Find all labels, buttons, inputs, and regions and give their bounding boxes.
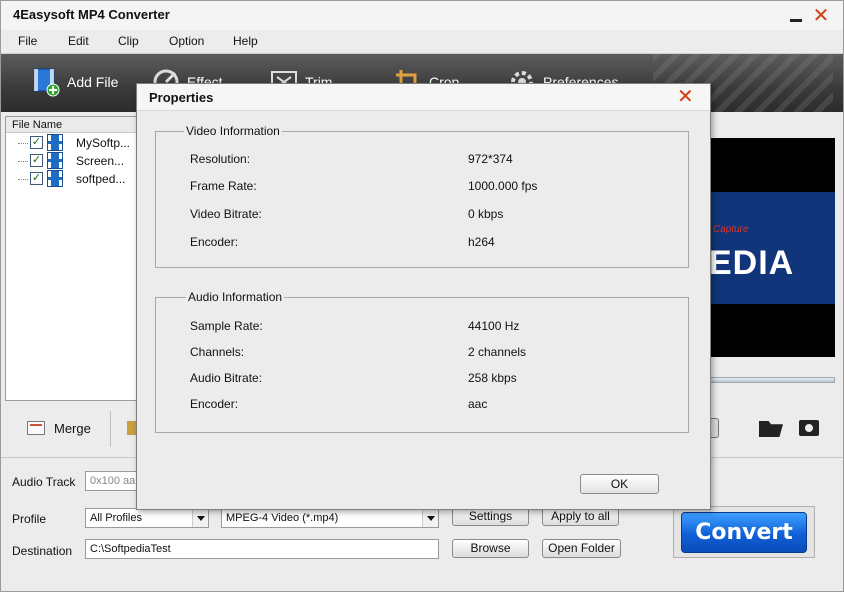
merge-area: Merge [5, 403, 143, 453]
sample-rate-value: 44100 Hz [468, 319, 520, 333]
video-bitrate-label: Video Bitrate: [190, 207, 262, 221]
close-icon: ✕ [812, 5, 830, 27]
destination-label: Destination [12, 544, 73, 558]
main-window: 4Easysoft MP4 Converter ✕ File Edit Clip… [0, 0, 844, 592]
browse-button[interactable]: Browse [452, 539, 529, 558]
profile-category-value: All Profiles [90, 512, 142, 524]
menu-option[interactable]: Option [169, 34, 204, 48]
dialog-title-bar: Properties ✕ [137, 84, 710, 111]
resolution-label: Resolution: [190, 152, 251, 166]
audio-track-select[interactable]: 0x100 aa [85, 471, 139, 491]
video-file-icon [47, 134, 63, 151]
audio-encoder-label: Encoder: [190, 397, 239, 411]
open-folder-button[interactable]: Open Folder [542, 539, 621, 558]
chevron-down-icon[interactable] [422, 509, 438, 527]
profile-format-value: MPEG-4 Video (*.mp4) [226, 512, 339, 524]
chevron-down-icon[interactable] [192, 509, 208, 527]
merge-button[interactable]: Merge [54, 421, 91, 436]
convert-button[interactable]: Convert [681, 512, 807, 553]
folder-icon[interactable] [759, 421, 783, 437]
seek-bar[interactable] [709, 377, 835, 383]
audio-bitrate-value: 258 kbps [468, 371, 517, 385]
add-file-button[interactable]: Add File [31, 67, 118, 97]
merge-icon[interactable] [27, 421, 45, 435]
menu-clip[interactable]: Clip [118, 34, 139, 48]
profile-label: Profile [12, 512, 47, 526]
video-info-title: Video Information [184, 124, 282, 138]
file-row[interactable]: ✓ MySoftp... [6, 134, 142, 152]
menu-bar: File Edit Clip Option Help [1, 30, 843, 54]
file-checkbox[interactable]: ✓ [30, 136, 43, 149]
app-title: 4Easysoft MP4 Converter [13, 7, 170, 22]
profile-format-select[interactable]: MPEG-4 Video (*.mp4) [221, 508, 439, 528]
add-file-icon [33, 68, 60, 97]
audio-info-title: Audio Information [186, 290, 285, 304]
preview-window: Capture EDIA [707, 138, 835, 357]
video-file-icon [47, 170, 63, 187]
preview-banner-text: EDIA [709, 244, 795, 282]
ok-button[interactable]: OK [580, 474, 659, 494]
channels-value: 2 channels [468, 345, 527, 359]
add-file-label: Add File [67, 74, 119, 90]
tree-line [18, 143, 28, 144]
properties-dialog: Properties ✕ Video Information Resolutio… [136, 83, 711, 510]
audio-info-group: Audio Information Sample Rate: 44100 Hz … [155, 290, 689, 433]
video-info-group: Video Information Resolution: 972*374 Fr… [155, 124, 689, 268]
file-checkbox[interactable]: ✓ [30, 154, 43, 167]
dialog-title: Properties [149, 90, 214, 105]
camera-icon[interactable] [799, 420, 819, 436]
frame-rate-value: 1000.000 fps [468, 179, 538, 193]
video-file-icon [47, 152, 63, 169]
preview-banner: Capture EDIA [707, 192, 835, 304]
audio-bitrate-label: Audio Bitrate: [190, 371, 263, 385]
file-checkbox[interactable]: ✓ [30, 172, 43, 185]
file-row[interactable]: ✓ softped... [6, 170, 142, 188]
sample-rate-label: Sample Rate: [190, 319, 263, 333]
frame-rate-label: Frame Rate: [190, 179, 257, 193]
tree-line [18, 161, 28, 162]
file-row[interactable]: ✓ Screen... [6, 152, 142, 170]
video-encoder-label: Encoder: [190, 235, 239, 249]
channels-label: Channels: [190, 345, 245, 359]
tree-line [18, 179, 28, 180]
menu-edit[interactable]: Edit [68, 34, 89, 48]
file-list[interactable]: File Name ✓ MySoftp... ✓ Screen... ✓ sof… [5, 116, 143, 401]
close-button[interactable]: ✕ [811, 6, 831, 26]
minimize-button[interactable] [786, 6, 806, 26]
audio-encoder-value: aac [468, 397, 488, 411]
video-encoder-value: h264 [468, 235, 495, 249]
title-bar: 4Easysoft MP4 Converter ✕ [1, 1, 843, 30]
menu-file[interactable]: File [18, 34, 37, 48]
destination-field[interactable]: C:\SoftpediaTest [85, 539, 439, 559]
file-name: MySoftp... [76, 136, 131, 150]
video-bitrate-value: 0 kbps [468, 207, 504, 221]
minimize-icon [790, 18, 802, 22]
dialog-close-icon[interactable]: ✕ [677, 86, 694, 108]
preview-capture-text: Capture [713, 224, 749, 235]
file-name: softped... [76, 172, 126, 186]
file-name: Screen... [76, 154, 125, 168]
audio-track-label: Audio Track [12, 475, 76, 489]
resolution-value: 972*374 [468, 152, 513, 166]
profile-category-select[interactable]: All Profiles [85, 508, 209, 528]
menu-help[interactable]: Help [233, 34, 258, 48]
divider [110, 411, 111, 447]
file-list-header[interactable]: File Name [6, 117, 142, 133]
